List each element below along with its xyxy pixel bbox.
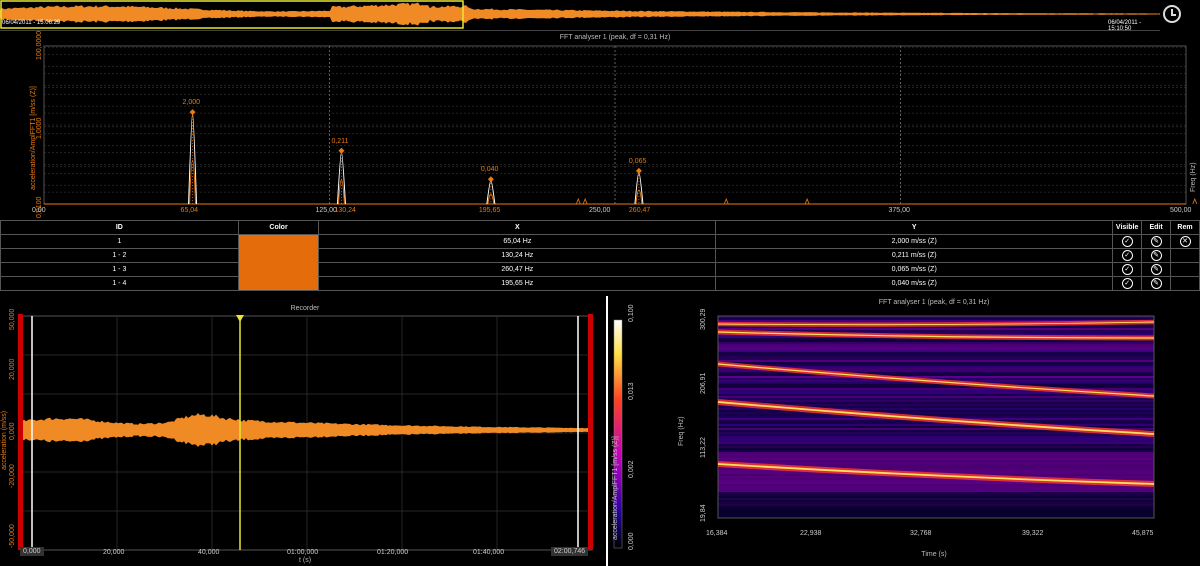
color-swatch[interactable] bbox=[237, 234, 320, 291]
pencil-circle-icon[interactable]: ✎ bbox=[1150, 278, 1162, 289]
panel-divider bbox=[606, 296, 608, 566]
check-circle-icon[interactable]: ✓ bbox=[1121, 236, 1133, 247]
recorder-title: Recorder bbox=[290, 305, 320, 312]
overview-end-time: 06/04/2011 - 15:10:50 bbox=[1108, 20, 1142, 32]
fft-peak-marker[interactable] bbox=[635, 167, 642, 174]
fft-y-tick: 100,0000 bbox=[36, 30, 43, 60]
spectrogram-xlabel: Time (s) bbox=[921, 551, 947, 558]
close-circle-icon[interactable]: ✕ bbox=[1179, 236, 1191, 247]
fft-x-tick: 500,00 bbox=[1170, 207, 1192, 214]
spectrogram-y-tick: 206,91 bbox=[700, 372, 707, 394]
row-id: 1 - 3 bbox=[0, 262, 239, 277]
fft-peak-marker[interactable] bbox=[338, 147, 345, 154]
spectrogram-x-tick: 32,768 bbox=[910, 530, 932, 537]
row-x: 260,47 Hz bbox=[318, 262, 717, 277]
fft-x-tick: 375,00 bbox=[888, 207, 910, 214]
fft-x-tick: 65,04 bbox=[180, 207, 199, 214]
row-x: 130,24 Hz bbox=[318, 248, 717, 263]
row-y: 0,040 m/ss (Z) bbox=[715, 276, 1114, 291]
row-x: 65,04 Hz bbox=[318, 234, 717, 249]
table-row[interactable]: 1 - 3 260,47 Hz 0,065 m/ss (Z) ✓ ✎ bbox=[0, 262, 1200, 277]
fft-peak-label: 0,040 bbox=[480, 166, 499, 174]
overview-waveform bbox=[0, 0, 1160, 29]
fft-x-tick: 130,24 bbox=[334, 207, 356, 214]
spectrogram-y-tick: 113,22 bbox=[700, 437, 707, 458]
recorder-y-tick: -50,000 bbox=[9, 524, 16, 548]
colorbar-tick: 0,100 bbox=[628, 304, 635, 322]
row-x: 195,65 Hz bbox=[318, 276, 717, 291]
spectrogram-ylabel: Freq (Hz) bbox=[678, 416, 685, 446]
pencil-circle-icon[interactable]: ✎ bbox=[1150, 264, 1162, 275]
recorder-y-tick: 50,000 bbox=[9, 308, 16, 330]
spectrogram-x-tick: 39,322 bbox=[1022, 530, 1044, 537]
table-row[interactable]: 1 - 2 130,24 Hz 0,211 m/ss (Z) ✓ ✎ bbox=[0, 248, 1200, 263]
row-y: 0,211 m/ss (Z) bbox=[715, 248, 1114, 263]
col-x[interactable]: X bbox=[318, 220, 717, 235]
check-circle-icon[interactable]: ✓ bbox=[1121, 264, 1133, 275]
overview-start-time: 06/04/2011 - 15:06:29 bbox=[2, 20, 61, 26]
col-rem[interactable]: Rem bbox=[1170, 220, 1200, 235]
fft-x-tick: 0,00 bbox=[32, 207, 46, 214]
recorder-x-tick: 40,000 bbox=[198, 549, 220, 556]
row-id: 1 - 2 bbox=[0, 248, 239, 263]
spectrogram-x-tick: 22,938 bbox=[800, 530, 822, 537]
recorder-y-tick: 0,000 bbox=[9, 422, 16, 440]
check-circle-icon[interactable]: ✓ bbox=[1121, 278, 1133, 289]
fft-x-tick: 260,47 bbox=[628, 207, 651, 214]
recorder-x-tick: 20,000 bbox=[103, 549, 125, 556]
col-y[interactable]: Y bbox=[715, 220, 1114, 235]
fft-peak-marker[interactable] bbox=[189, 109, 196, 116]
recorder-x-tick: 01:00,000 bbox=[287, 549, 319, 556]
recorder-xlabel: t (s) bbox=[298, 557, 312, 564]
fft-x-tick: 195,65 bbox=[478, 207, 501, 214]
recorder-chart[interactable] bbox=[0, 312, 600, 566]
check-circle-icon[interactable]: ✓ bbox=[1121, 250, 1133, 261]
fft-peak-label: 2,000 bbox=[182, 99, 201, 107]
col-id[interactable]: ID bbox=[0, 220, 239, 235]
fft-peak-label: 0,065 bbox=[628, 157, 647, 165]
spectrogram-chart[interactable] bbox=[610, 296, 1200, 566]
col-visible[interactable]: Visible bbox=[1112, 220, 1143, 235]
colorbar-label: acceleration/AmplFFT1 [m/ss (Z)] bbox=[612, 436, 619, 540]
table-row[interactable]: 1 65,04 Hz 2,000 m/ss (Z) ✓ ✎ ✕ bbox=[0, 234, 1200, 291]
fft-x-tick: 250,00 bbox=[589, 207, 611, 214]
pencil-circle-icon[interactable]: ✎ bbox=[1150, 250, 1162, 261]
recorder-y-tick: -20,000 bbox=[9, 464, 16, 488]
fft-peak-marker[interactable] bbox=[487, 176, 494, 183]
recorder-x-tick: 01:40,000 bbox=[473, 549, 505, 556]
spectrogram-x-tick: 45,875 bbox=[1132, 530, 1154, 537]
pencil-circle-icon[interactable]: ✎ bbox=[1150, 236, 1162, 247]
spectrogram-y-tick: 19,84 bbox=[700, 504, 707, 522]
row-y: 2,000 m/ss (Z) bbox=[715, 234, 1114, 249]
col-color[interactable]: Color bbox=[237, 220, 320, 235]
fft-chart[interactable] bbox=[0, 40, 1200, 220]
table-row[interactable]: 1 - 4 195,65 Hz 0,040 m/ss (Z) ✓ ✎ bbox=[0, 276, 1200, 291]
row-id: 1 bbox=[0, 234, 239, 249]
recorder-x-tick: 02:00,746 bbox=[551, 547, 589, 556]
overview-strip[interactable]: 06/04/2011 - 15:06:29 06/04/2011 - 15:10… bbox=[0, 0, 1160, 32]
row-id: 1 - 4 bbox=[0, 276, 239, 291]
spectrogram-y-tick: 300,29 bbox=[700, 308, 707, 330]
col-edit[interactable]: Edit bbox=[1141, 220, 1172, 235]
recorder-right-marker[interactable] bbox=[588, 314, 593, 550]
fft-peak-label: 0,211 bbox=[331, 137, 349, 145]
recorder-left-marker[interactable] bbox=[18, 314, 23, 550]
recorder-x-tick: 0,000 bbox=[20, 547, 44, 556]
recorder-y-tick: 20,000 bbox=[9, 358, 16, 380]
fft-y-tick: 1,0000 bbox=[36, 117, 43, 139]
clock-icon[interactable] bbox=[1163, 5, 1181, 23]
colorbar-tick: 0,002 bbox=[628, 460, 635, 478]
cursor-table: ID Color X Y Visible Edit Rem 1 65,04 Hz… bbox=[0, 220, 1200, 291]
recorder-x-tick: 01:20,000 bbox=[377, 549, 409, 556]
colorbar-tick: 0,013 bbox=[628, 382, 635, 400]
row-y: 0,065 m/ss (Z) bbox=[715, 262, 1114, 277]
spectrogram-x-tick: 16,384 bbox=[706, 530, 728, 537]
colorbar-tick: 0,000 bbox=[628, 532, 635, 550]
